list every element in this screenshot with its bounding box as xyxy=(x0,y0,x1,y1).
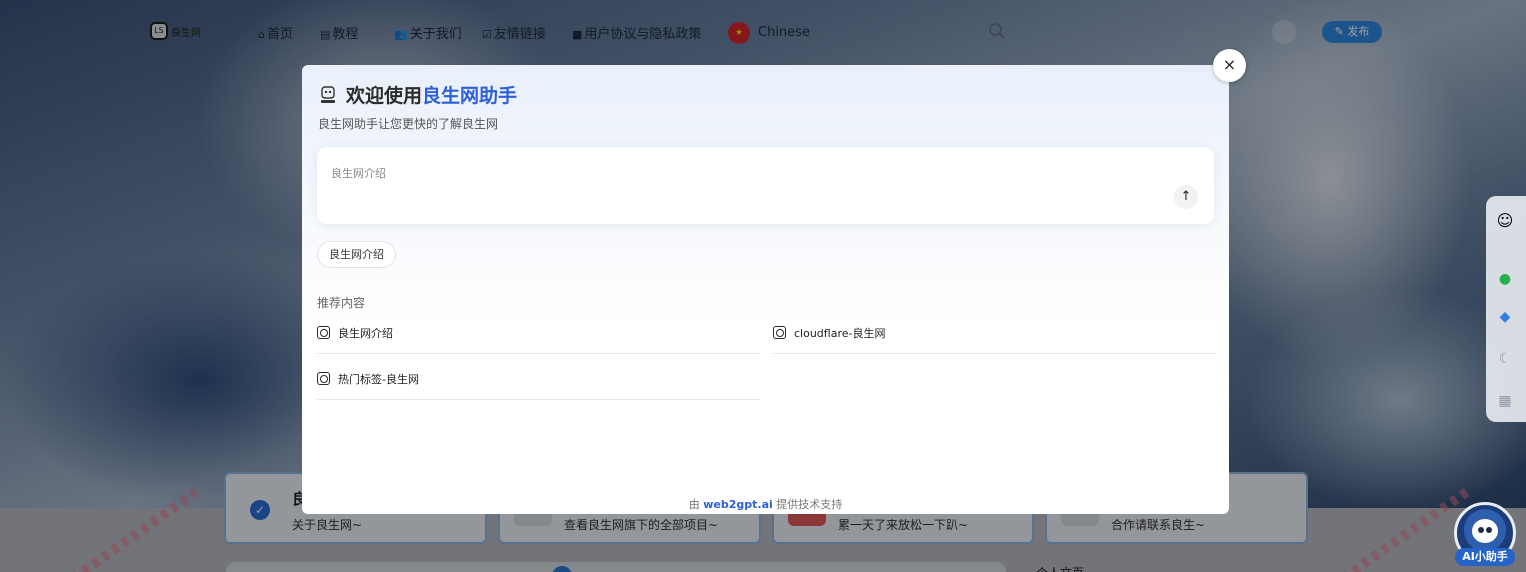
assistant-logo-icon xyxy=(321,85,335,103)
modal-title: 欢迎使用 xyxy=(346,85,423,107)
share-icon[interactable]: ◆ xyxy=(1494,306,1516,328)
recommend-title: 推荐内容 xyxy=(317,296,366,310)
recommend-item[interactable]: 热门标签-良生网 xyxy=(317,364,760,400)
modal-header: 欢迎使用 良生网助手 xyxy=(320,81,517,108)
suggestion-chip[interactable]: 良生网介绍 xyxy=(317,241,396,268)
send-button[interactable]: ↑ xyxy=(1174,185,1198,209)
panda-icon xyxy=(1472,519,1498,543)
close-icon: × xyxy=(1222,55,1237,74)
web2gpt-link[interactable]: web2gpt.ai xyxy=(703,498,773,511)
wechat-icon[interactable]: ● xyxy=(1494,268,1516,290)
site-logo-icon xyxy=(317,326,330,339)
site-logo-icon xyxy=(317,372,330,385)
assistant-modal: 欢迎使用良生网助手 良生网助手让您更快的了解良生网 ↑ 良生网介绍 推荐内容 良… xyxy=(302,65,1229,514)
modal-subtitle: 良生网助手让您更快的了解良生网 xyxy=(318,117,499,131)
modal-footer: 由 web2gpt.ai 提供技术支持 xyxy=(688,498,843,511)
site-logo-icon xyxy=(773,326,786,339)
avatar-icon[interactable]: ☺ xyxy=(1494,210,1516,232)
arrow-up-icon: ↑ xyxy=(1180,189,1192,204)
close-button[interactable]: × xyxy=(1213,49,1246,82)
recommend-item[interactable]: 良生网介绍 xyxy=(317,318,760,354)
moon-icon[interactable]: ☾ xyxy=(1494,348,1516,370)
qrcode-icon[interactable]: ▦ xyxy=(1494,390,1516,412)
question-input[interactable] xyxy=(331,165,1151,205)
recommend-item[interactable]: cloudflare-良生网 xyxy=(773,318,1216,354)
question-input-box: ↑ xyxy=(317,147,1214,224)
side-toolbar: ☺ ● ◆ ☾ ▦ xyxy=(1486,196,1526,422)
ai-assistant-label[interactable]: AI小助手 xyxy=(1455,548,1515,566)
modal-title-brand: 良生网助手 xyxy=(422,85,518,107)
